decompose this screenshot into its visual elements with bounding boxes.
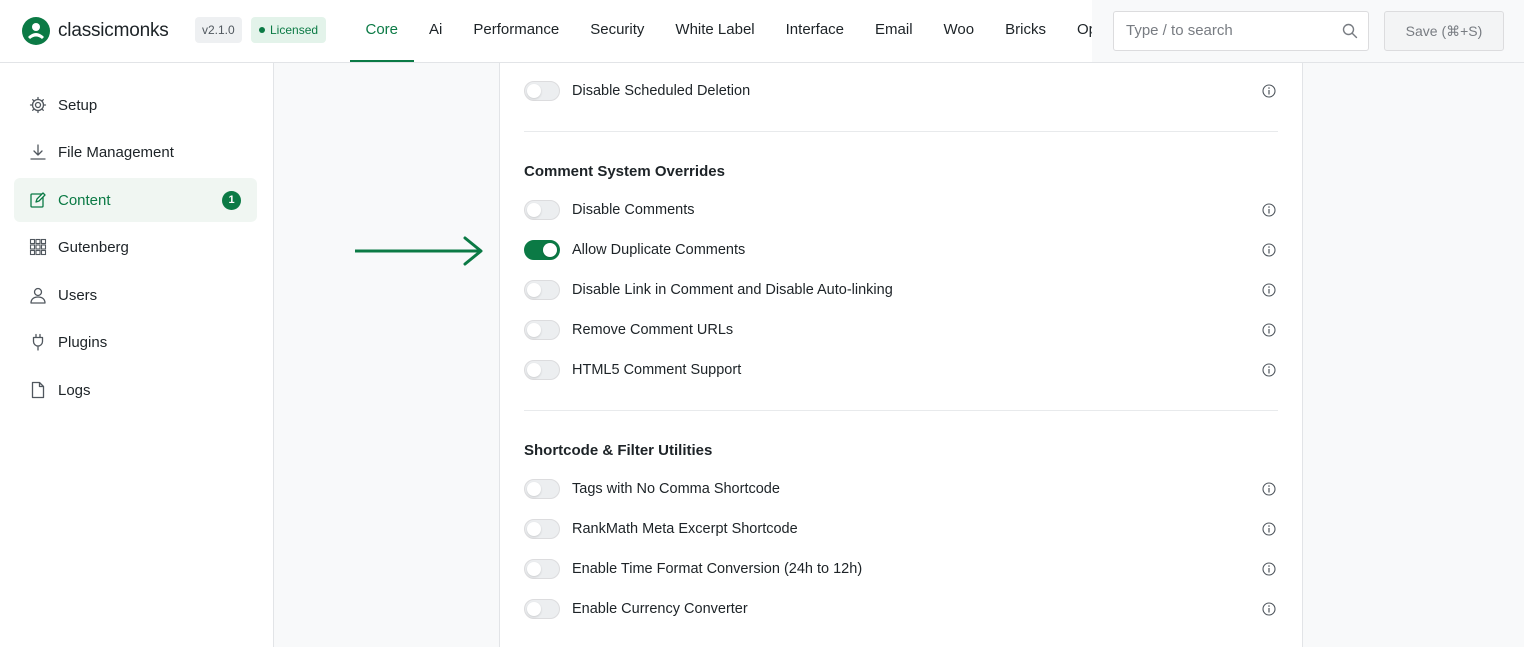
tab-white-label[interactable]: White Label [660, 0, 770, 62]
sidebar: Setup File Management Content 1 Gutenber… [0, 63, 274, 647]
sidebar-item-label: Gutenberg [58, 238, 129, 256]
tab-security[interactable]: Security [575, 0, 660, 62]
section-title: Comment System Overrides [524, 163, 725, 180]
gear-icon [29, 96, 47, 114]
toggle-allow-duplicate-comments[interactable] [524, 240, 560, 260]
toggle-remove-comment-urls[interactable] [524, 320, 560, 340]
sidebar-item-users[interactable]: Users [14, 273, 257, 317]
info-icon[interactable] [1262, 323, 1276, 337]
user-icon [30, 287, 46, 304]
setting-label: Tags with No Comma Shortcode [572, 481, 780, 497]
status-dot-icon [259, 27, 265, 33]
download-icon [30, 144, 46, 160]
toggle-disable-link-in-comment[interactable] [524, 280, 560, 300]
toggle-html5-comment-support[interactable] [524, 360, 560, 380]
sidebar-item-label: Content [58, 191, 111, 209]
main-tabs: Core Ai Performance Security White Label… [350, 0, 1092, 63]
tab-email[interactable]: Email [860, 0, 929, 62]
setting-row: Allow Duplicate Comments [524, 238, 1278, 262]
setting-label: Disable Scheduled Deletion [572, 83, 751, 99]
sidebar-item-label: Users [58, 286, 98, 304]
tab-performance[interactable]: Performance [458, 0, 575, 62]
toggle-disable-scheduled-deletion[interactable] [524, 81, 560, 101]
setting-label: Allow Duplicate Comments [572, 242, 746, 258]
sidebar-item-content[interactable]: Content 1 [14, 178, 257, 222]
toggle-currency-converter[interactable] [524, 599, 560, 619]
toggle-time-format-conversion[interactable] [524, 559, 560, 579]
setting-label: Enable Currency Converter [572, 601, 748, 617]
tab-woo[interactable]: Woo [928, 0, 990, 62]
setting-row: Disable Scheduled Deletion [524, 79, 1278, 103]
setting-row: Disable Link in Comment and Disable Auto… [524, 278, 1278, 302]
setting-label: HTML5 Comment Support [572, 362, 742, 378]
logo[interactable]: classicmonks [22, 16, 169, 46]
license-badge: Licensed [251, 17, 327, 43]
setting-row: Enable Currency Converter [524, 597, 1278, 621]
info-icon[interactable] [1262, 562, 1276, 576]
count-badge: 1 [222, 190, 241, 210]
sidebar-item-file-management[interactable]: File Management [14, 130, 257, 174]
setting-row: RankMath Meta Excerpt Shortcode [524, 517, 1278, 541]
info-icon[interactable] [1262, 283, 1276, 297]
setting-row: Remove Comment URLs [524, 318, 1278, 342]
settings-panel: Disable Scheduled Deletion Comment Syste… [499, 63, 1303, 647]
grid-icon [29, 238, 47, 256]
tab-core[interactable]: Core [350, 0, 414, 62]
sidebar-item-plugins[interactable]: Plugins [14, 320, 257, 364]
license-label: Licensed [270, 23, 319, 37]
setting-label: RankMath Meta Excerpt Shortcode [572, 521, 798, 537]
sidebar-item-gutenberg[interactable]: Gutenberg [14, 225, 257, 269]
sidebar-item-label: Setup [58, 96, 98, 114]
info-icon[interactable] [1262, 363, 1276, 377]
arrow-right-icon [355, 236, 483, 266]
tab-opt[interactable]: Opt [1061, 0, 1092, 62]
setting-row: Disable Comments [524, 198, 1278, 222]
tab-ai[interactable]: Ai [414, 0, 458, 62]
top-bar: classicmonks v2.1.0 Licensed Core Ai Per… [0, 0, 1524, 63]
info-icon[interactable] [1262, 84, 1276, 98]
setting-label: Remove Comment URLs [572, 322, 734, 338]
info-icon[interactable] [1262, 522, 1276, 536]
save-button[interactable]: Save (⌘+S) [1384, 11, 1504, 51]
edit-icon [30, 192, 46, 208]
section-title: Shortcode & Filter Utilities [524, 442, 713, 459]
sidebar-item-setup[interactable]: Setup [14, 83, 257, 127]
toggle-rankmath-excerpt-shortcode[interactable] [524, 519, 560, 539]
monk-logo-icon [22, 17, 50, 45]
toggle-disable-comments[interactable] [524, 200, 560, 220]
search-icon[interactable] [1342, 23, 1358, 39]
toggle-tags-no-comma-shortcode[interactable] [524, 479, 560, 499]
tab-bricks[interactable]: Bricks [990, 0, 1062, 62]
plug-icon [32, 333, 44, 351]
sidebar-item-logs[interactable]: Logs [14, 368, 257, 412]
tab-interface[interactable]: Interface [770, 0, 859, 62]
sidebar-item-label: Logs [58, 381, 91, 399]
setting-label: Disable Link in Comment and Disable Auto… [572, 282, 893, 298]
sidebar-item-label: Plugins [58, 333, 108, 351]
divider [524, 131, 1278, 132]
setting-label: Disable Comments [572, 202, 695, 218]
search-box[interactable] [1113, 11, 1369, 51]
version-badge: v2.1.0 [195, 17, 242, 43]
setting-label: Enable Time Format Conversion (24h to 12… [572, 561, 863, 577]
logo-text: classicmonks [58, 20, 169, 41]
info-icon[interactable] [1262, 482, 1276, 496]
setting-row: HTML5 Comment Support [524, 358, 1278, 382]
info-icon[interactable] [1262, 602, 1276, 616]
search-input[interactable] [1126, 22, 1336, 39]
divider [524, 410, 1278, 411]
sidebar-item-label: File Management [58, 143, 174, 161]
info-icon[interactable] [1262, 203, 1276, 217]
setting-row: Tags with No Comma Shortcode [524, 477, 1278, 501]
document-icon [31, 381, 45, 399]
info-icon[interactable] [1262, 243, 1276, 257]
search-area: Save (⌘+S) [1092, 0, 1524, 62]
setting-row: Enable Time Format Conversion (24h to 12… [524, 557, 1278, 581]
